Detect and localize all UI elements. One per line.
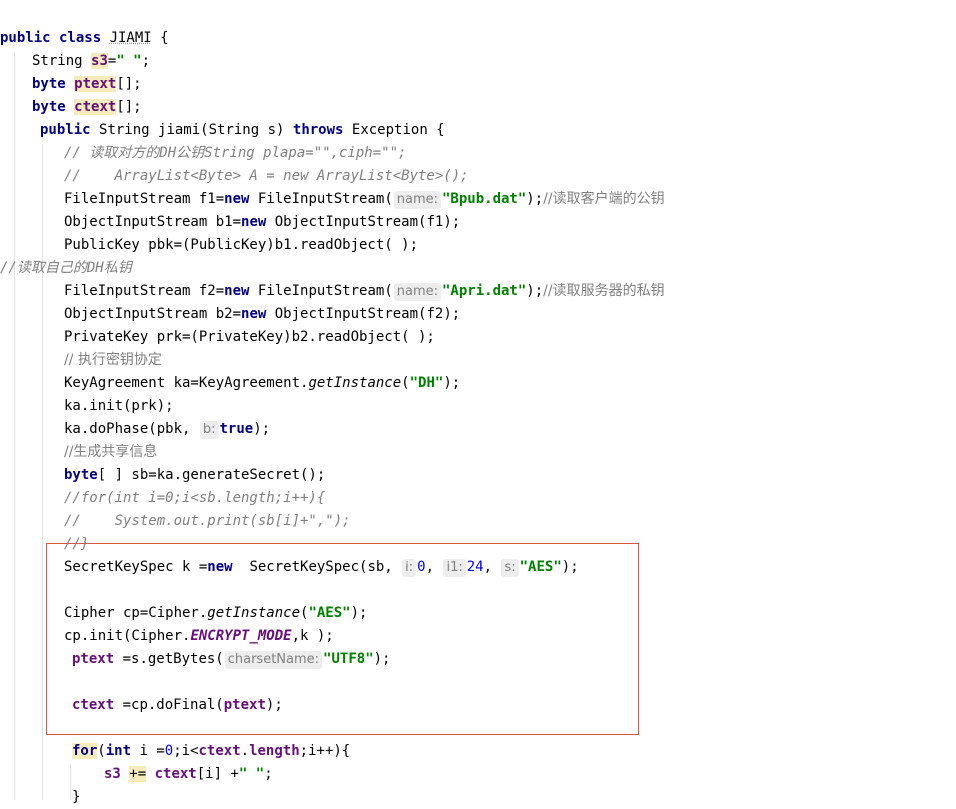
code-comment: // 执行密钥协定 (64, 352, 162, 368)
code-line-close-brace: } (72, 789, 81, 805)
indent-guide (42, 144, 43, 800)
code-comment: // ArrayList<Byte> A = new ArrayList<Byt… (64, 168, 469, 184)
code-line-s3-append: s3 += ctext[i] +" "; (104, 766, 273, 782)
code-line-b1: ObjectInputStream b1=new ObjectInputStre… (64, 214, 461, 230)
code-editor[interactable]: public class JIAMI { String s3=" "; byte… (0, 0, 956, 805)
code-comment: //for(int i=0;i<sb.length;i++){ (64, 490, 326, 506)
param-hint: s: (501, 559, 519, 577)
code-line-field-ptext: byte ptext[]; (32, 76, 142, 92)
param-hint: b: (199, 421, 219, 439)
code-line-ctext: ctext =cp.doFinal(ptext); (72, 697, 283, 713)
param-hint: charsetName: (224, 651, 323, 669)
code-line-method-decl: public String jiami(String s) throws Exc… (40, 122, 445, 138)
code-line-cipher: Cipher cp=Cipher.getInstance("AES"); (64, 605, 368, 621)
code-comment: //生成共享信息 (64, 444, 158, 460)
code-line-ptext: ptext =s.getBytes(charsetName: "UTF8"); (72, 651, 391, 669)
indent-guide (70, 764, 71, 800)
code-line-field-s3: String s3=" "; (32, 53, 151, 69)
code-line-cipher-init: cp.init(Cipher.ENCRYPT_MODE,k ); (64, 628, 334, 644)
param-hint: i: (402, 559, 417, 577)
code-comment: // System.out.print(sb[i]+","); (64, 513, 351, 529)
code-line-ka: KeyAgreement ka=KeyAgreement.getInstance… (64, 375, 461, 391)
param-hint: name: (393, 191, 441, 209)
code-line-prk: PrivateKey prk=(PrivateKey)b2.readObject… (64, 329, 435, 345)
code-line-ka-init: ka.init(prk); (64, 398, 174, 414)
code-line-b2: ObjectInputStream b2=new ObjectInputStre… (64, 306, 461, 322)
code-line-field-ctext: byte ctext[]; (32, 99, 142, 115)
code-line-sb: byte[ ] sb=ka.generateSecret(); (64, 467, 326, 483)
code-line-pbk: PublicKey pbk=(PublicKey)b1.readObject( … (64, 237, 419, 253)
code-line-for: for(int i =0;i<ctext.length;i++){ (72, 743, 351, 759)
code-line-class-decl: public class JIAMI { (0, 30, 169, 46)
param-hint: i1: (443, 559, 466, 577)
param-hint: name: (393, 283, 441, 301)
code-line-f2: FileInputStream f2=new FileInputStream(n… (64, 283, 665, 301)
code-comment: //读取自己的DH私钥 (0, 260, 132, 276)
code-line-secretkey: SecretKeySpec k =new SecretKeySpec(sb, i… (64, 559, 579, 577)
code-comment: // 读取对方的DH公钥String plapa="",ciph=""; (64, 145, 407, 161)
code-line-dophase: ka.doPhase(pbk, b: true); (64, 421, 271, 439)
code-line-f1: FileInputStream f1=new FileInputStream(n… (64, 191, 665, 209)
code-comment: //} (64, 536, 90, 552)
indent-guide (14, 52, 15, 800)
